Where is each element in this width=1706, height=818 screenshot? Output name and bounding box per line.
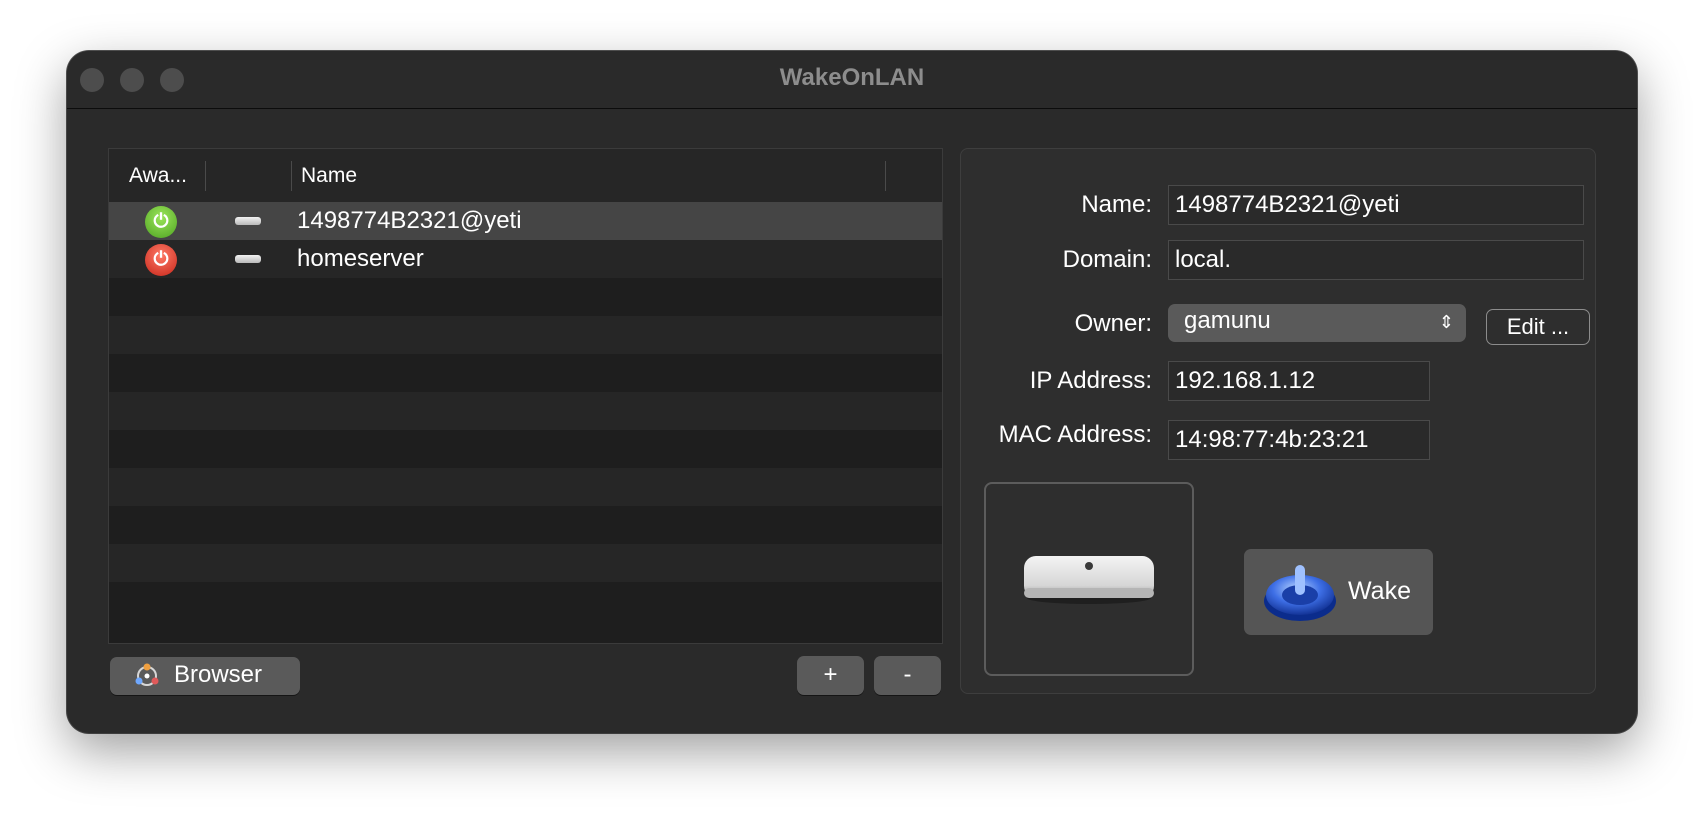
edit-owner-button[interactable]: Edit ... xyxy=(1486,309,1590,345)
wake-label: Wake xyxy=(1348,577,1411,605)
name-field[interactable]: 1498774B2321@yeti xyxy=(1168,185,1584,225)
network-browser-icon xyxy=(135,663,159,686)
browser-label: Browser xyxy=(174,661,263,688)
asleep-status-icon: ⏻ xyxy=(145,244,177,276)
owner-value: gamunu xyxy=(1184,307,1271,334)
column-separator[interactable] xyxy=(885,161,886,191)
hosts-table[interactable]: Awa... Name ⏻ 1498774B2321@yeti ⏻ homese… xyxy=(108,148,943,644)
column-header-awake[interactable]: Awa... xyxy=(129,164,187,188)
column-separator[interactable] xyxy=(205,161,206,191)
browser-button[interactable]: Browser xyxy=(110,657,300,695)
column-separator[interactable] xyxy=(291,161,292,191)
mac-address-field[interactable]: 14:98:77:4b:23:21 xyxy=(1168,420,1430,460)
chevron-updown-icon: ⇕ xyxy=(1438,312,1454,332)
domain-label: Domain: xyxy=(1062,246,1152,273)
empty-row xyxy=(109,316,942,354)
column-header-name[interactable]: Name xyxy=(301,164,357,188)
empty-row xyxy=(109,468,942,506)
awake-status-icon: ⏻ xyxy=(145,206,177,238)
empty-row xyxy=(109,506,942,544)
host-name: homeserver xyxy=(297,245,424,272)
domain-field[interactable]: local. xyxy=(1168,240,1584,280)
title-bar: WakeOnLAN xyxy=(67,51,1637,109)
ip-address-field[interactable]: 192.168.1.12 xyxy=(1168,361,1430,401)
mac-mini-icon xyxy=(235,255,261,263)
table-row[interactable]: ⏻ homeserver xyxy=(109,240,942,278)
empty-row xyxy=(109,354,942,392)
mac-mini-icon xyxy=(1024,556,1154,604)
empty-row xyxy=(109,430,942,468)
empty-row xyxy=(109,392,942,430)
table-body: ⏻ 1498774B2321@yeti ⏻ homeserver xyxy=(109,202,942,620)
device-image-well[interactable] xyxy=(984,482,1194,676)
empty-row xyxy=(109,582,942,620)
add-host-button[interactable]: + xyxy=(797,656,864,695)
empty-row xyxy=(109,544,942,582)
host-name: 1498774B2321@yeti xyxy=(297,207,522,234)
mac-mini-icon xyxy=(235,217,261,225)
mac-address-label: MAC Address: xyxy=(998,421,1152,448)
ip-address-label: IP Address: xyxy=(1029,367,1152,394)
app-window: WakeOnLAN Awa... Name ⏻ 1498774B2321@yet… xyxy=(67,51,1637,733)
window-title: WakeOnLAN xyxy=(779,64,925,91)
empty-row xyxy=(109,278,942,316)
host-detail-panel: Name: 1498774B2321@yeti Domain: local. O… xyxy=(960,148,1596,694)
power-button-icon xyxy=(1264,565,1336,621)
table-header: Awa... Name xyxy=(109,149,942,202)
wake-button[interactable]: Wake xyxy=(1244,549,1433,635)
owner-label: Owner: xyxy=(1074,310,1152,337)
owner-select[interactable]: gamunu ⇕ xyxy=(1168,304,1466,342)
name-label: Name: xyxy=(1081,191,1152,218)
table-row[interactable]: ⏻ 1498774B2321@yeti xyxy=(109,202,942,240)
remove-host-button[interactable]: - xyxy=(874,656,941,695)
